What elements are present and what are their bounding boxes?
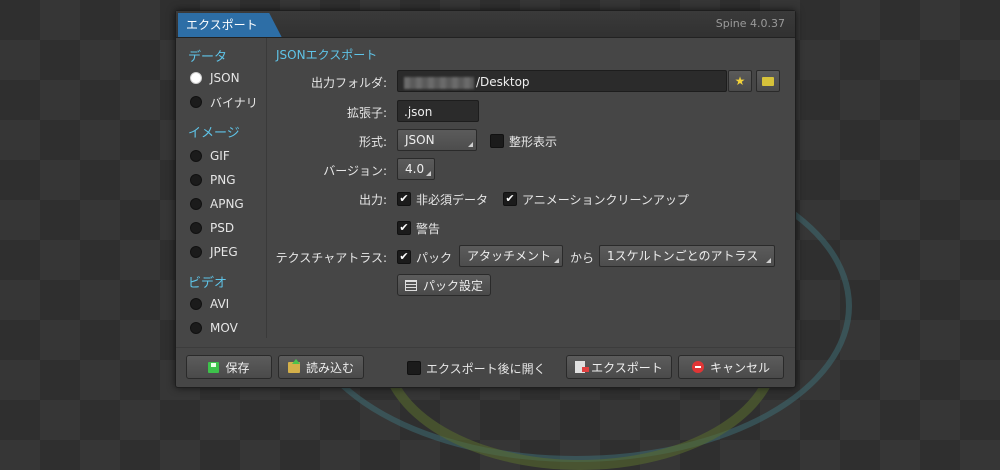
version-dropdown[interactable]: 4.0 xyxy=(397,158,435,180)
radio-label: GIF xyxy=(210,149,230,163)
radio-label: AVI xyxy=(210,297,230,311)
radio-button[interactable] xyxy=(190,150,202,162)
radio-label: JPEG xyxy=(210,245,238,259)
open-after-export-checkbox[interactable] xyxy=(407,361,421,375)
radio-button[interactable] xyxy=(190,246,202,258)
save-icon xyxy=(208,361,220,373)
pretty-print-checkbox[interactable] xyxy=(490,134,504,148)
section-header-image: イメージ xyxy=(188,126,240,141)
cancel-label: キャンセル xyxy=(709,360,770,375)
texture-atlas-label: テクスチャアトラス: xyxy=(275,251,387,265)
pack-checkbox[interactable]: ✔ xyxy=(397,250,411,264)
nonessential-checkbox[interactable]: ✔ xyxy=(397,192,411,206)
export-button[interactable]: エクスポート xyxy=(566,355,672,379)
load-label: 読み込む xyxy=(305,360,354,375)
folder-search-icon[interactable] xyxy=(756,70,780,92)
panel-title: JSONエクスポート xyxy=(276,48,378,62)
save-label: 保存 xyxy=(225,360,250,375)
radio-mov[interactable]: MOV xyxy=(190,320,238,336)
radio-label: PNG xyxy=(210,173,236,187)
dialog-footer: 保存 読み込む エクスポート後に開く エクスポート キャンセル xyxy=(176,347,795,388)
save-button[interactable]: 保存 xyxy=(186,355,272,379)
open-after-export-label: エクスポート後に開く xyxy=(426,362,546,376)
radio-jpeg[interactable]: JPEG xyxy=(190,244,238,260)
dialog-titlebar[interactable]: エクスポート Spine 4.0.37 xyxy=(176,11,795,38)
radio-label: MOV xyxy=(210,321,238,335)
animation-cleanup-checkbox[interactable]: ✔ xyxy=(503,192,517,206)
radio-apng[interactable]: APNG xyxy=(190,196,244,212)
radio-label: JSON xyxy=(210,71,240,85)
warnings-label: 警告 xyxy=(416,222,441,236)
section-header-video: ビデオ xyxy=(188,276,228,291)
radio-png[interactable]: PNG xyxy=(190,172,236,188)
radio-label: バイナリ xyxy=(210,95,258,110)
load-icon xyxy=(287,358,300,373)
star-icon[interactable]: ★ xyxy=(728,70,752,92)
export-settings-panel: JSONエクスポート 出力フォルダ: /Desktop ★ 拡張子: .json… xyxy=(276,38,795,338)
export-dialog: エクスポート Spine 4.0.37 データ JSON バイナリ イメージ G… xyxy=(175,10,796,388)
radio-button[interactable] xyxy=(190,322,202,334)
pack-source-dropdown[interactable]: アタッチメント xyxy=(459,245,563,267)
extension-input[interactable]: .json xyxy=(397,100,479,122)
radio-button[interactable] xyxy=(190,198,202,210)
version-label: Spine 4.0.37 xyxy=(715,17,785,30)
radio-psd[interactable]: PSD xyxy=(190,220,234,236)
pretty-print-label: 整形表示 xyxy=(509,135,558,149)
export-icon xyxy=(575,361,590,373)
cancel-button[interactable]: キャンセル xyxy=(678,355,784,379)
radio-json[interactable]: JSON xyxy=(190,70,240,86)
output-folder-label: 出力フォルダ: xyxy=(310,76,387,90)
cancel-icon xyxy=(691,361,704,373)
radio-button[interactable] xyxy=(190,174,202,186)
redacted-path xyxy=(404,76,474,89)
radio-button[interactable] xyxy=(190,298,202,310)
extension-label: 拡張子: xyxy=(346,106,387,120)
output-label: 出力: xyxy=(358,193,387,207)
animation-cleanup-label: アニメーションクリーンアップ xyxy=(522,193,689,207)
radio-button[interactable] xyxy=(190,72,202,84)
export-label: エクスポート xyxy=(591,360,663,375)
load-button[interactable]: 読み込む xyxy=(278,355,364,379)
warnings-checkbox[interactable]: ✔ xyxy=(397,221,411,235)
dialog-title: エクスポート xyxy=(178,13,282,37)
nonessential-label: 非必須データ xyxy=(416,193,489,207)
radio-button[interactable] xyxy=(190,96,202,108)
radio-label: APNG xyxy=(210,197,244,211)
pack-target-dropdown[interactable]: 1スケルトンごとのアトラス xyxy=(599,245,775,267)
pack-settings-icon xyxy=(404,279,417,291)
pack-settings-button[interactable]: パック設定 xyxy=(397,274,491,296)
output-folder-value: /Desktop xyxy=(476,75,530,89)
radio-label: PSD xyxy=(210,221,235,235)
output-folder-input[interactable]: /Desktop xyxy=(397,70,727,92)
pack-label: パック xyxy=(416,251,453,265)
from-label: から xyxy=(570,251,595,265)
radio-avi[interactable]: AVI xyxy=(190,296,229,312)
format-label: 形式: xyxy=(358,135,387,149)
export-type-sidebar: データ JSON バイナリ イメージ GIF PNG APNG PSD JPEG… xyxy=(176,38,267,338)
radio-gif[interactable]: GIF xyxy=(190,148,230,164)
radio-button[interactable] xyxy=(190,222,202,234)
version-field-label: バージョン: xyxy=(323,164,387,178)
radio-binary[interactable]: バイナリ xyxy=(190,94,258,110)
section-header-data: データ xyxy=(188,50,228,65)
format-dropdown[interactable]: JSON xyxy=(397,129,477,151)
pack-settings-label: パック設定 xyxy=(422,278,483,293)
